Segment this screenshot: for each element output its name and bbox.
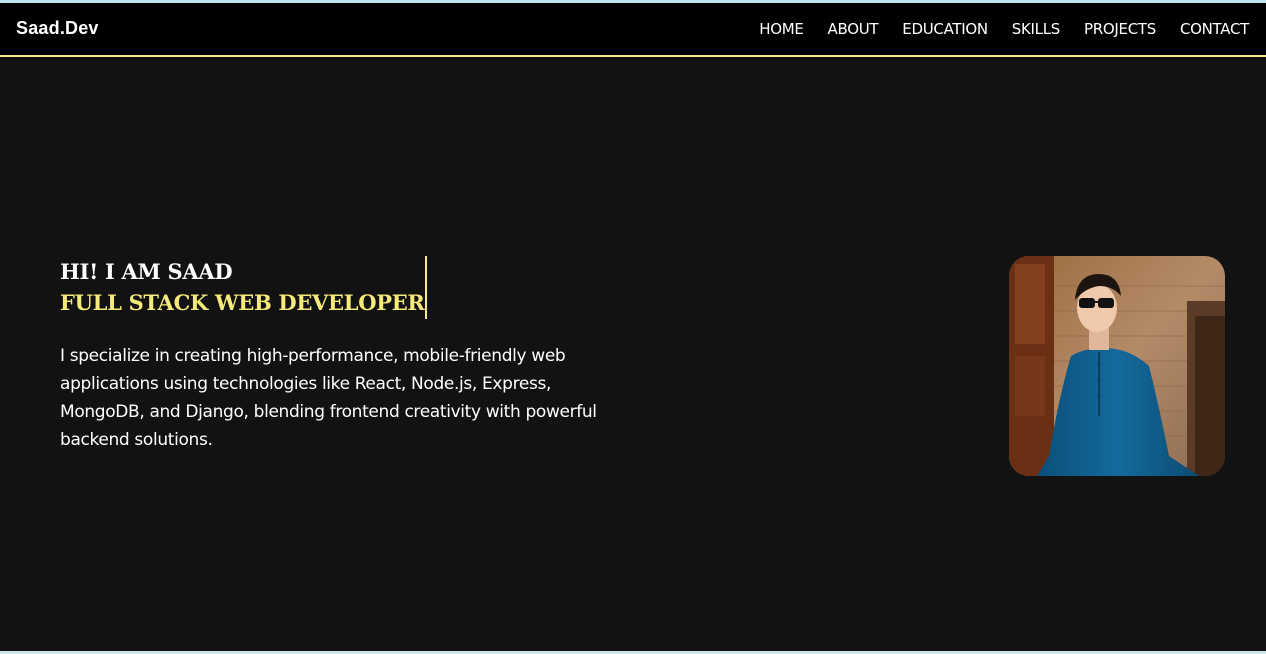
hero-description: I specialize in creating high-performanc… (60, 346, 597, 450)
hero-greeting: HI! I AM SAAD (60, 259, 233, 284)
typing-cursor (424, 256, 427, 319)
nav-home-link[interactable]: HOME (759, 20, 804, 38)
navbar: Saad.Dev HOME ABOUT EDUCATION SKILLS PRO… (0, 3, 1266, 57)
nav-about-link[interactable]: ABOUT (828, 20, 879, 38)
nav-contact-link[interactable]: CONTACT (1180, 20, 1249, 38)
nav-menu: HOME ABOUT EDUCATION SKILLS PROJECTS CON… (759, 20, 1249, 38)
nav-projects-link[interactable]: PROJECTS (1084, 20, 1156, 38)
nav-skills-link[interactable]: SKILLS (1012, 20, 1061, 38)
hero-role: FULL STACK WEB DEVELOPER (60, 290, 425, 315)
site-logo[interactable]: Saad.Dev (16, 18, 99, 39)
profile-photo (1009, 256, 1225, 476)
hero-heading: HI! I AM SAAD FULL STACK WEB DEVELOPER (60, 256, 427, 319)
hero-text: HI! I AM SAAD FULL STACK WEB DEVELOPER I… (60, 256, 640, 454)
profile-photo-image (1009, 256, 1225, 476)
nav-education-link[interactable]: EDUCATION (902, 20, 988, 38)
